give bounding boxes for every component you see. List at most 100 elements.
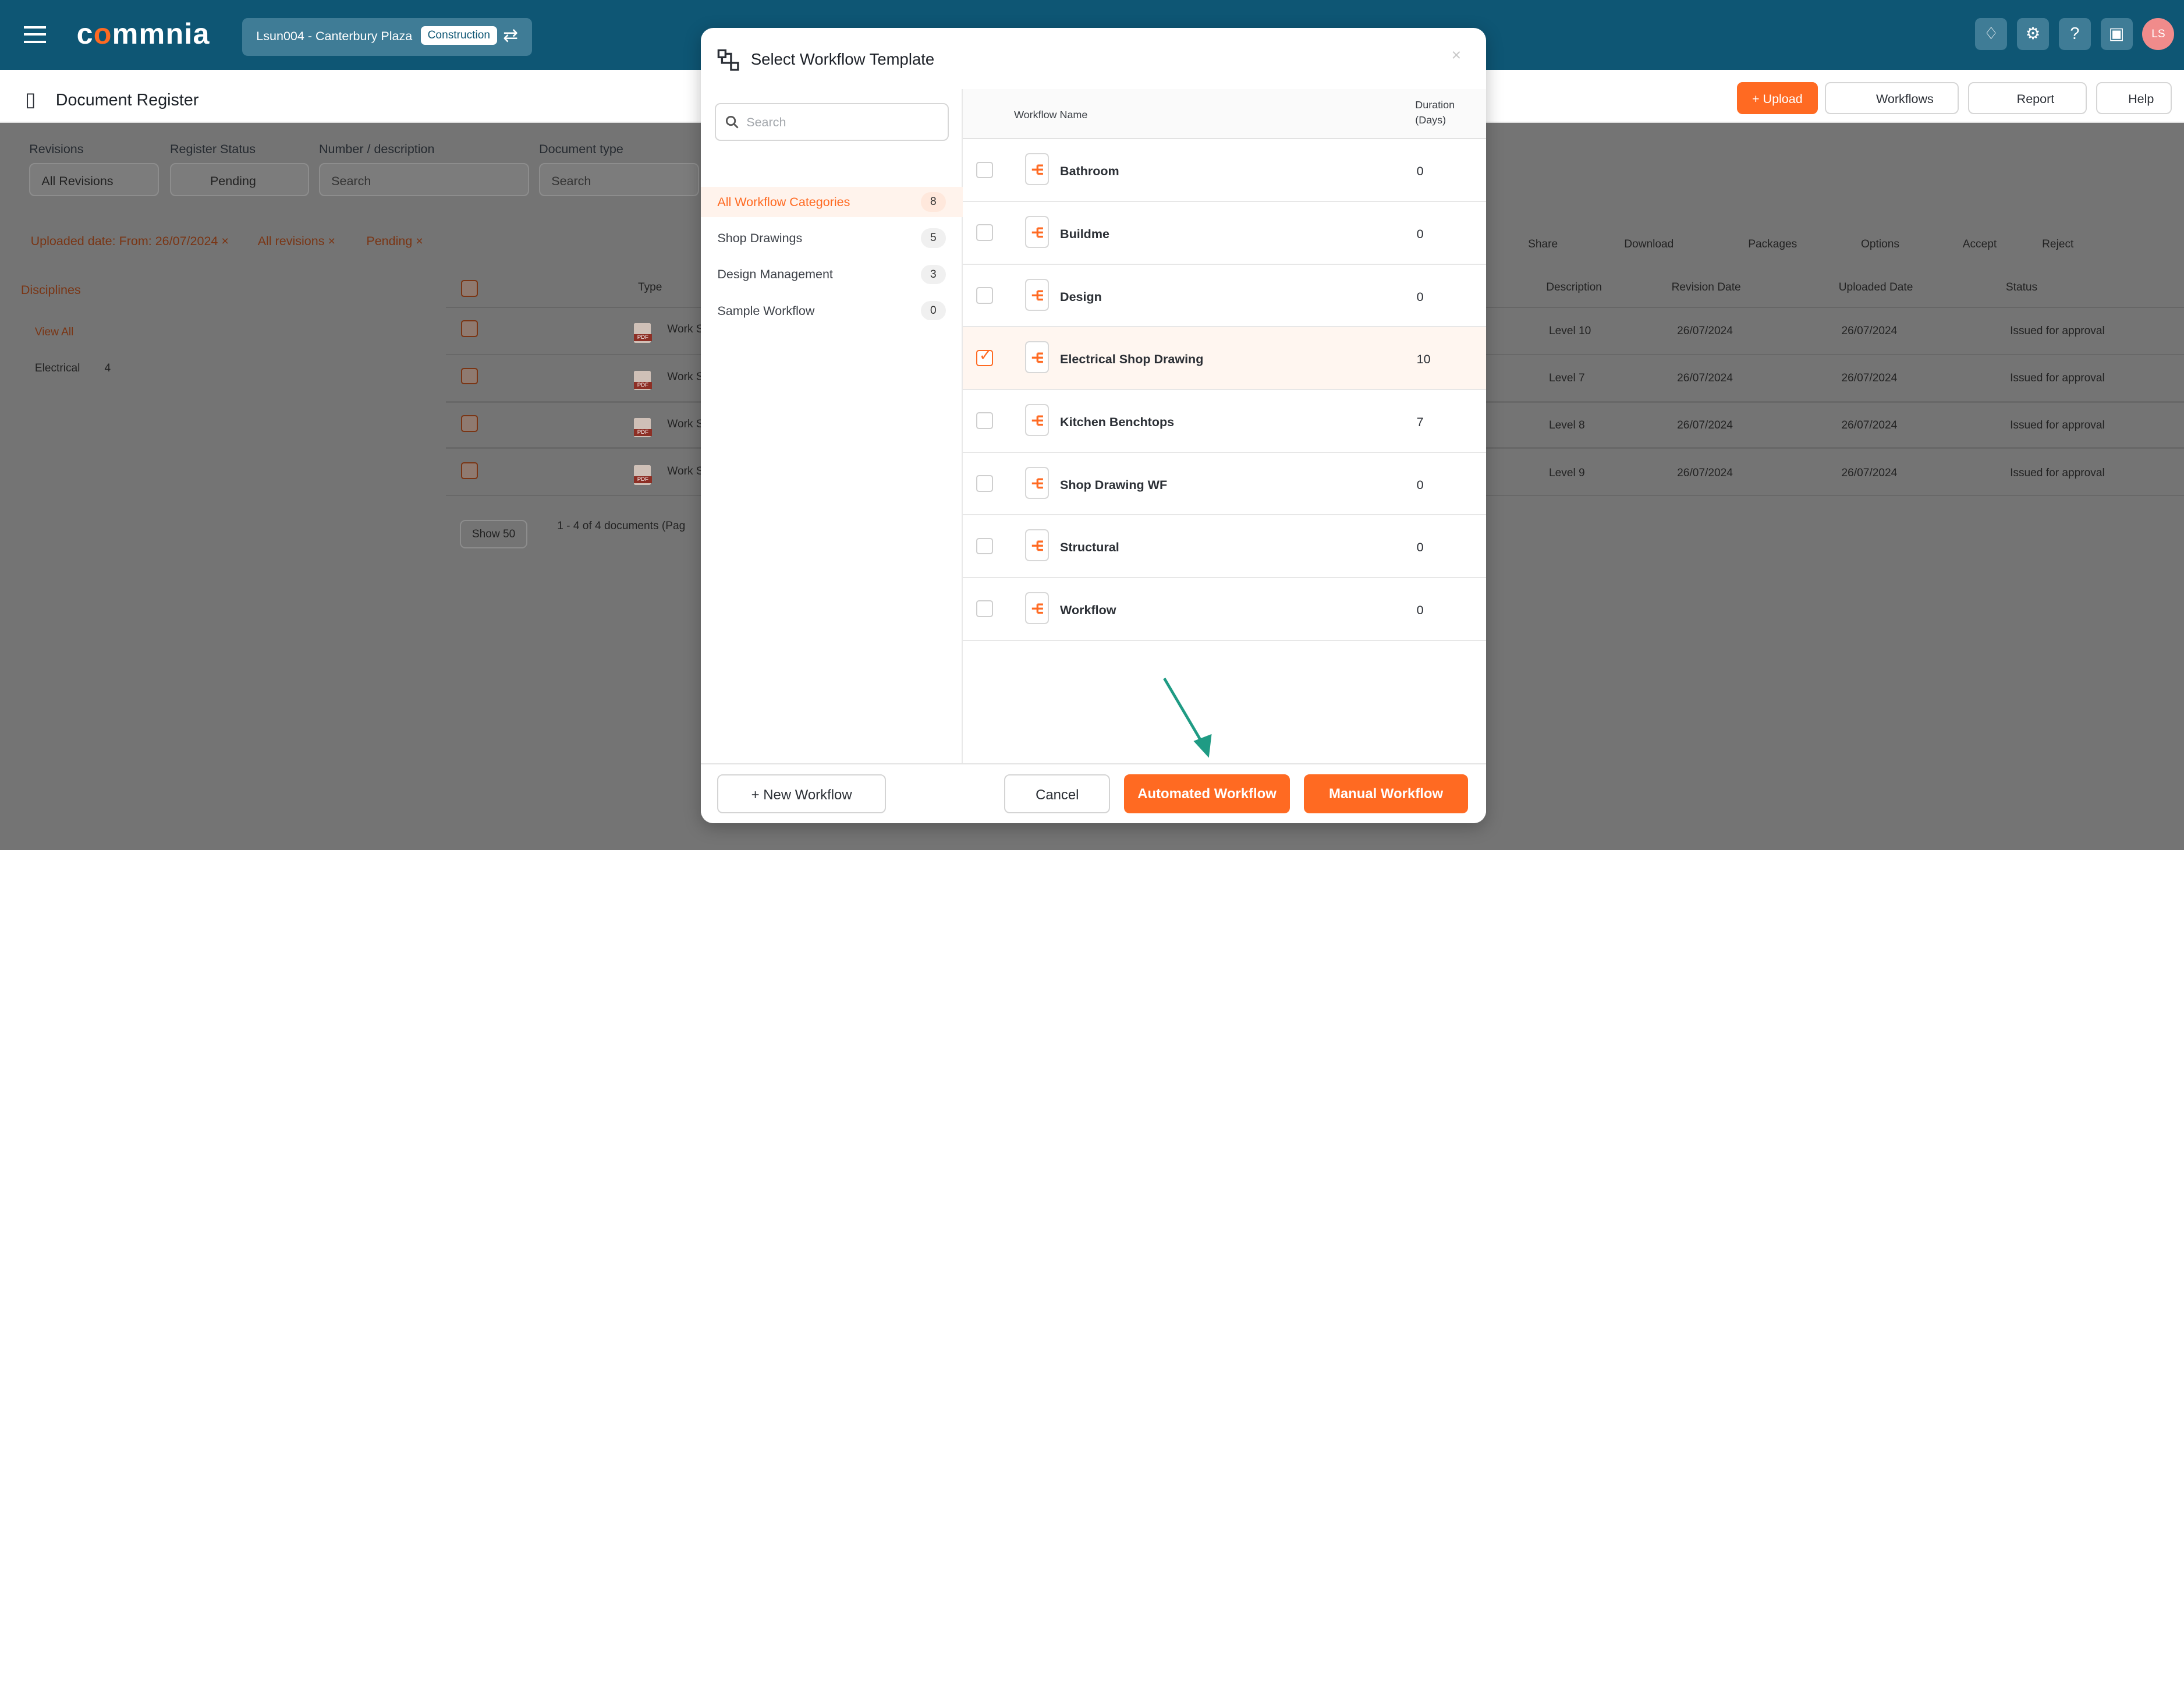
duration-column-header: Duration bbox=[1415, 98, 1455, 111]
workflow-file-icon bbox=[1025, 215, 1049, 248]
row-revision-date: 26/07/2024 bbox=[1677, 371, 1733, 384]
options-button[interactable]: Options bbox=[1861, 238, 1899, 251]
category-design-management[interactable]: Design Management 3 bbox=[701, 259, 963, 290]
workflow-name-column-header: Workflow Name bbox=[1014, 108, 1088, 121]
category-all-workflow-categories[interactable]: All Workflow Categories 8 bbox=[700, 186, 963, 218]
uploaded-date-column-header[interactable]: Uploaded Date bbox=[1839, 281, 1913, 294]
row-uploaded-date: 26/07/2024 bbox=[1841, 371, 1898, 384]
commnia-logo[interactable]: commnia bbox=[77, 17, 210, 51]
pdf-icon bbox=[633, 370, 652, 391]
workflow-row-kitchen-benchtops[interactable]: Kitchen Benchtops 7 bbox=[962, 390, 1487, 453]
workflow-name: Electrical Shop Drawing bbox=[1060, 352, 1204, 367]
workflow-file-icon bbox=[1025, 153, 1049, 186]
row-checkbox[interactable] bbox=[461, 415, 478, 432]
all-revisions-filter-chip[interactable]: All revisions × bbox=[258, 234, 335, 249]
download-button[interactable]: Download bbox=[1624, 238, 1674, 251]
row-revision-date: 26/07/2024 bbox=[1677, 324, 1733, 337]
chat-icon[interactable]: ▣ bbox=[2100, 18, 2133, 51]
accept-button[interactable]: Accept bbox=[1963, 238, 1997, 251]
guide-arrow-icon bbox=[1163, 678, 1212, 758]
workflow-file-icon bbox=[1025, 403, 1049, 436]
description-column-header[interactable]: Description bbox=[1546, 281, 1602, 294]
row-status: Issued for approval bbox=[2010, 419, 2105, 432]
selected-workflow-checkbox[interactable] bbox=[976, 346, 994, 367]
help-circle-icon[interactable]: ? bbox=[2058, 18, 2091, 51]
row-checkbox[interactable] bbox=[461, 462, 478, 480]
workflow-duration: 0 bbox=[1416, 603, 1424, 618]
document-register-page: commnia Lsun004 - Canterbury Plaza Const… bbox=[0, 0, 2184, 850]
new-workflow-button[interactable]: + New Workflow bbox=[717, 774, 886, 814]
row-checkbox[interactable] bbox=[461, 367, 478, 385]
close-icon[interactable]: × bbox=[1451, 46, 1461, 65]
row-uploaded-date: 26/07/2024 bbox=[1841, 466, 1898, 479]
workflow-row-shop-drawing-wf[interactable]: Shop Drawing WF 0 bbox=[962, 452, 1487, 516]
workflow-file-icon bbox=[1025, 466, 1049, 499]
view-all-discipline[interactable]: View All bbox=[35, 326, 74, 339]
upload-button[interactable]: + Upload bbox=[1737, 82, 1818, 115]
workflows-button[interactable]: Workflows bbox=[1824, 82, 1959, 115]
search-icon bbox=[726, 116, 739, 129]
revisions-label: Revisions bbox=[29, 142, 84, 157]
workflow-checkbox[interactable] bbox=[976, 600, 994, 618]
reject-button[interactable]: Reject bbox=[2042, 238, 2073, 251]
workflow-duration: 0 bbox=[1416, 477, 1424, 492]
select-all-checkbox[interactable] bbox=[461, 279, 478, 297]
workflow-file-icon bbox=[1025, 278, 1049, 311]
uploaded-date-filter-chip[interactable]: Uploaded date: From: 26/07/2024 × bbox=[31, 234, 229, 249]
type-column-header[interactable]: Type bbox=[638, 281, 662, 294]
workflow-icon bbox=[718, 49, 739, 71]
row-checkbox[interactable] bbox=[461, 320, 478, 338]
discipline-electrical[interactable]: Electrical bbox=[35, 362, 80, 375]
share-button[interactable]: Share bbox=[1528, 238, 1558, 251]
register-status-select[interactable]: Pending bbox=[169, 162, 310, 197]
workflow-checkbox[interactable] bbox=[976, 286, 994, 304]
workflow-row-design[interactable]: Design 0 bbox=[962, 264, 1487, 328]
page-size-select[interactable]: Show 50 bbox=[459, 519, 528, 549]
avatar[interactable]: LS bbox=[2142, 18, 2175, 51]
workflow-checkbox[interactable] bbox=[976, 224, 994, 241]
help-button[interactable]: Help bbox=[2096, 82, 2172, 115]
pending-filter-chip[interactable]: Pending × bbox=[366, 234, 423, 249]
row-description: Level 9 bbox=[1549, 466, 1585, 479]
workflow-row-buildme[interactable]: Buildme 0 bbox=[962, 201, 1487, 265]
packages-button[interactable]: Packages bbox=[1748, 238, 1797, 251]
hamburger-menu-icon[interactable] bbox=[23, 26, 46, 44]
automated-workflow-button[interactable]: Automated Workflow bbox=[1124, 774, 1290, 814]
workflow-categories-pane: Search All Workflow Categories 8 Shop Dra… bbox=[700, 89, 963, 764]
workflow-name: Bathroom bbox=[1060, 164, 1119, 179]
workflow-duration: 10 bbox=[1416, 352, 1431, 367]
pdf-icon bbox=[633, 323, 652, 343]
project-selector[interactable]: Lsun004 - Canterbury Plaza Construction … bbox=[242, 18, 533, 56]
number-description-input[interactable]: Search bbox=[318, 162, 530, 197]
revisions-select[interactable]: All Revisions bbox=[29, 162, 159, 197]
workflow-row-workflow[interactable]: Workflow 0 bbox=[962, 578, 1487, 641]
swap-project-icon[interactable]: ⇄ bbox=[503, 25, 518, 46]
workflow-checkbox[interactable] bbox=[976, 537, 994, 555]
workflow-row-electrical-shop-drawing[interactable]: Electrical Shop Drawing 10 bbox=[962, 327, 1487, 390]
workflow-checkbox[interactable] bbox=[976, 161, 994, 179]
cancel-button[interactable]: Cancel bbox=[1004, 774, 1111, 814]
document-type-input[interactable]: Search bbox=[539, 162, 700, 197]
workflow-search-input[interactable]: Search bbox=[714, 103, 949, 141]
report-button[interactable]: Report bbox=[1968, 82, 2087, 115]
disciplines-title: Disciplines bbox=[20, 282, 81, 297]
modal-title: Select Workflow Template bbox=[750, 50, 935, 69]
workflow-row-bathroom[interactable]: Bathroom 0 bbox=[962, 139, 1487, 202]
manual-workflow-button[interactable]: Manual Workflow bbox=[1303, 774, 1469, 814]
discipline-count: 4 bbox=[104, 362, 111, 375]
workflow-checkbox[interactable] bbox=[976, 412, 994, 429]
workflow-name: Design bbox=[1060, 289, 1102, 304]
gear-icon[interactable]: ⚙ bbox=[2017, 18, 2050, 51]
modal-footer: + New Workflow Cancel Automated Workflow… bbox=[700, 763, 1487, 824]
register-status-label: Register Status bbox=[169, 142, 256, 157]
status-column-header[interactable]: Status bbox=[2006, 281, 2037, 294]
bell-icon[interactable]: ♢ bbox=[1975, 18, 2008, 51]
category-shop-drawings[interactable]: Shop Drawings 5 bbox=[701, 223, 963, 254]
category-sample-workflow[interactable]: Sample Workflow 0 bbox=[701, 295, 963, 326]
revision-date-column-header[interactable]: Revision Date bbox=[1672, 281, 1741, 294]
workflow-duration: 0 bbox=[1416, 540, 1424, 555]
workflow-row-structural[interactable]: Structural 0 bbox=[962, 515, 1487, 579]
row-status: Issued for approval bbox=[2010, 371, 2105, 384]
workflow-checkbox[interactable] bbox=[976, 474, 994, 492]
workflow-file-icon bbox=[1025, 341, 1049, 374]
